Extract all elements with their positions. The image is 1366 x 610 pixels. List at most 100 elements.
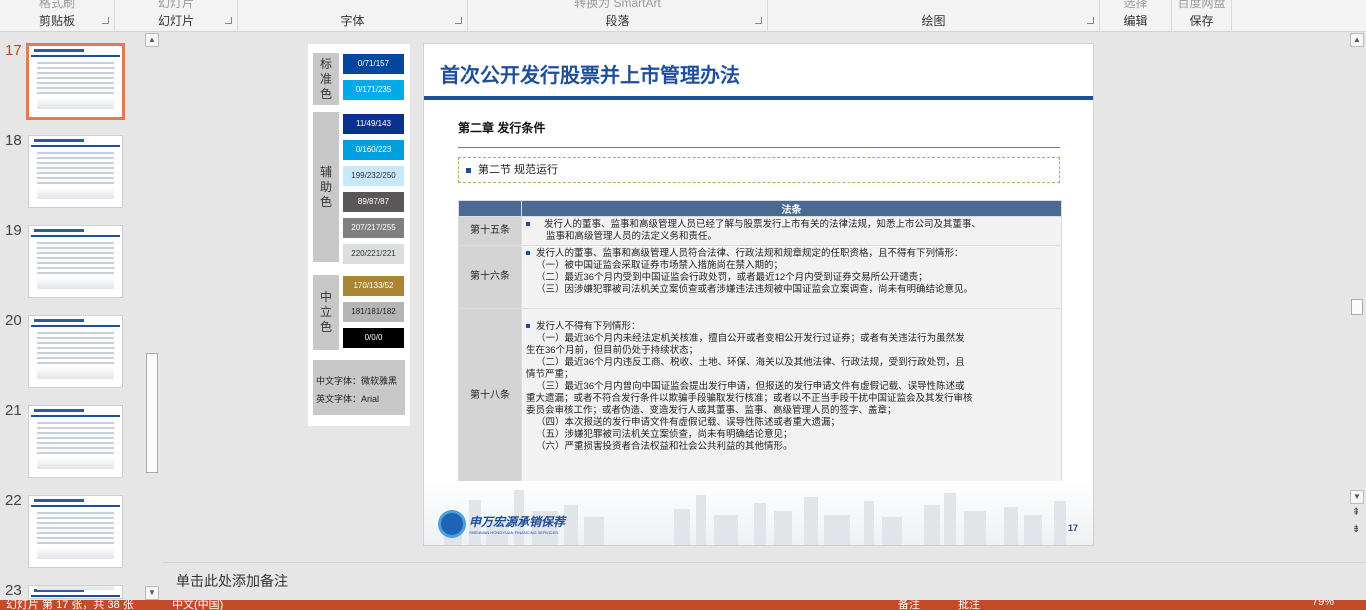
article-line-text: 发行人不得有下列情形：: [536, 321, 641, 332]
table-header-blank: [458, 200, 522, 217]
skyline-building: [924, 505, 940, 545]
editor-scrollbar[interactable]: ▲ ▼ ⇞ ⇟: [1350, 33, 1364, 560]
status-language[interactable]: 中文(中国): [172, 600, 223, 610]
thumbnail-number: 23: [5, 582, 22, 599]
article-line: （五）涉嫌犯罪被司法机关立案侦查，尚未有明确结论意见；: [536, 429, 793, 440]
scroll-up-arrow-icon[interactable]: ▲: [145, 33, 159, 47]
article-body[interactable]: 发行人不得有下列情形： （一）最近36个月内未经法定机关核准，擅自公开或者变相公开…: [521, 308, 1062, 484]
palette-category-standard: 标准色: [313, 53, 339, 105]
article-number: 第十八条: [458, 308, 522, 484]
scroll-down-arrow-icon[interactable]: ▼: [1350, 490, 1364, 504]
ribbon-group-label: 绘图: [921, 14, 946, 28]
bullet-icon: [466, 167, 471, 173]
page-number: 17: [1068, 523, 1079, 533]
palette-category-neutral: 中立色: [313, 275, 339, 350]
article-number: 第十六条: [458, 245, 522, 309]
article-line: （四）本次报送的发行申请文件有虚假记载、误导性陈述或者重大遗漏；: [536, 417, 841, 428]
section-label: 第二节 规范运行: [478, 164, 559, 176]
scrollbar-thumb[interactable]: [146, 353, 158, 473]
status-slide-info: 幻灯片 第 17 张，共 38 张: [6, 600, 134, 610]
color-swatch: 11/49/143: [343, 114, 404, 134]
article-line: （一）被中国证监会采取证券市场禁入措施尚在禁入期的；: [536, 260, 784, 271]
ribbon-group-label: 编辑: [1123, 14, 1148, 28]
article-line: 生在36个月前，但目前仍处于持续状态；: [526, 345, 699, 356]
article-line-text: 发行人的董事、监事和高级管理人员已经了解与股票发行上市有关的法律法规，知悉上市公…: [544, 219, 982, 230]
ribbon-group-top-label[interactable]: 格式刷: [0, 0, 114, 11]
ribbon-group-top-label[interactable]: 百度网盘: [1172, 0, 1231, 11]
dialog-launcher-icon[interactable]: [455, 17, 462, 24]
thumbnail-number: 21: [5, 402, 22, 419]
bullet-icon: [526, 222, 530, 227]
color-palette-panel: 标准色 辅助色 中立色 中文字体：微软雅黑 英文字体：Arial 0/71/15…: [308, 44, 410, 426]
article-number: 第十五条: [458, 216, 522, 246]
thumbnail-number: 22: [5, 492, 22, 509]
slide-thumbnail[interactable]: [28, 585, 123, 599]
article-body[interactable]: 发行人的董事、监事和高级管理人员符合法律、行政法规和规章规定的任职资格，且不得有…: [521, 245, 1062, 309]
skyline-building: [964, 511, 986, 545]
font-note-en: 英文字体：Arial: [316, 394, 380, 404]
ribbon-group-label: 字体: [340, 14, 365, 28]
slide-thumbnail[interactable]: [26, 43, 125, 120]
dialog-launcher-icon[interactable]: [1087, 17, 1094, 24]
slide-thumbnail[interactable]: [28, 135, 123, 208]
status-comments-button[interactable]: 批注: [958, 600, 980, 610]
ribbon-group-top-label[interactable]: 转换为 SmartArt: [468, 0, 767, 11]
ribbon-group: 百度网盘 保存: [1172, 0, 1232, 32]
thumbnail-scrollbar[interactable]: ▲ ▼: [145, 33, 159, 600]
skyline-building: [774, 511, 792, 545]
scroll-up-arrow-icon[interactable]: ▲: [1350, 33, 1364, 47]
status-zoom[interactable]: 79%: [1312, 600, 1334, 608]
article-line: （二）最近36个月内受到中国证监会行政处罚，或者最近12个月内受到证券交易所公开…: [536, 272, 928, 283]
color-swatch: 89/87/87: [343, 192, 404, 212]
law-article-table[interactable]: 法条 第十五条 发行人的董事、监事和高级管理人员已经了解与股票发行上市有关的法律法…: [458, 200, 1062, 484]
slide-thumbnail[interactable]: [28, 315, 123, 388]
ribbon-group-label: 保存: [1189, 14, 1214, 28]
next-slide-icon[interactable]: ⇟: [1352, 525, 1360, 535]
table-header: 法条: [521, 200, 1062, 217]
palette-category-auxiliary: 辅助色: [313, 112, 339, 262]
article-line: （三）最近36个月内曾向中国证监会提出发行申请，但报送的发行申请文件有虚假记载、…: [536, 381, 965, 392]
slide-canvas[interactable]: 首次公开发行股票并上市管理办法 第二章 发行条件 第二节 规范运行 法条 第十五…: [423, 43, 1094, 546]
skyline-building: [674, 509, 690, 545]
color-swatch: 199/232/250: [343, 166, 404, 186]
article-line: 发行人的董事、监事和高级管理人员符合法律、行政法规和规章规定的任职资格，且不得有…: [524, 248, 1059, 260]
ribbon-group-top-label[interactable]: 选择: [1100, 0, 1171, 11]
notes-pane[interactable]: 单击此处添加备注: [163, 562, 1366, 600]
article-line: （三）因涉嫌犯罪被司法机关立案侦查或者涉嫌违法违规被中国证监会立案调查，尚未有明…: [536, 284, 974, 295]
chapter-heading[interactable]: 第二章 发行条件: [458, 119, 545, 136]
prev-slide-icon[interactable]: ⇞: [1352, 508, 1360, 518]
color-swatch: 0/0/0: [343, 328, 404, 348]
thumbnail-number: 18: [5, 132, 22, 149]
scrollbar-thumb[interactable]: [1351, 299, 1363, 315]
scroll-down-arrow-icon[interactable]: ▼: [145, 586, 159, 600]
ribbon-group-top-label[interactable]: 幻灯片: [115, 0, 237, 11]
skyline-building: [882, 517, 902, 545]
skyline-building: [584, 517, 604, 545]
color-swatch: 207/217/255: [343, 218, 404, 238]
logo-mark-icon: [438, 510, 466, 538]
section-box[interactable]: 第二节 规范运行: [458, 157, 1060, 183]
logo-text: 申万宏源承销保荐: [469, 515, 566, 529]
article-line: 委员会审核工作；或者伪造、变造发行人或其董事、监事、高级管理人员的签字、盖章；: [526, 405, 897, 416]
notes-placeholder[interactable]: 单击此处添加备注: [176, 571, 288, 591]
ribbon-group-label: 剪贴板: [38, 14, 75, 28]
slide-title[interactable]: 首次公开发行股票并上市管理办法: [440, 59, 740, 88]
ribbon: 格式刷 剪贴板 幻灯片 幻灯片 字体 转换为 SmartArt 段落 绘图 选择 编辑 百度网盘 保存: [0, 0, 1366, 32]
table-row: 第十五条 发行人的董事、监事和高级管理人员已经了解与股票发行上市有关的法律法规，知…: [458, 216, 1062, 246]
article-body[interactable]: 发行人的董事、监事和高级管理人员已经了解与股票发行上市有关的法律法规，知悉上市公…: [521, 216, 1062, 246]
slide-thumbnail[interactable]: [28, 225, 123, 298]
color-swatch: 170/133/52: [343, 276, 404, 296]
slide-thumbnail[interactable]: [28, 495, 123, 568]
table-row: 第十八条 发行人不得有下列情形： （一）最近36个月内未经法定机关核准，擅自公开或者…: [458, 308, 1062, 484]
dialog-launcher-icon[interactable]: [755, 17, 762, 24]
logo-subtext: SHENWAN HONGYUAN FINANCING SERVICES: [469, 530, 558, 535]
dialog-launcher-icon[interactable]: [102, 17, 109, 24]
status-bar: 幻灯片 第 17 张，共 38 张 中文(中国) 备注 批注 79%: [0, 600, 1366, 610]
company-logo: 申万宏源承销保荐 SHENWAN HONGYUAN FINANCING SERV…: [438, 510, 565, 538]
ribbon-group: 格式刷 剪贴板: [0, 0, 115, 32]
bullet-icon: [526, 251, 530, 256]
slide-thumbnail[interactable]: [28, 405, 123, 478]
status-notes-button[interactable]: 备注: [898, 600, 920, 610]
skyline-building: [564, 505, 578, 545]
dialog-launcher-icon[interactable]: [225, 17, 232, 24]
